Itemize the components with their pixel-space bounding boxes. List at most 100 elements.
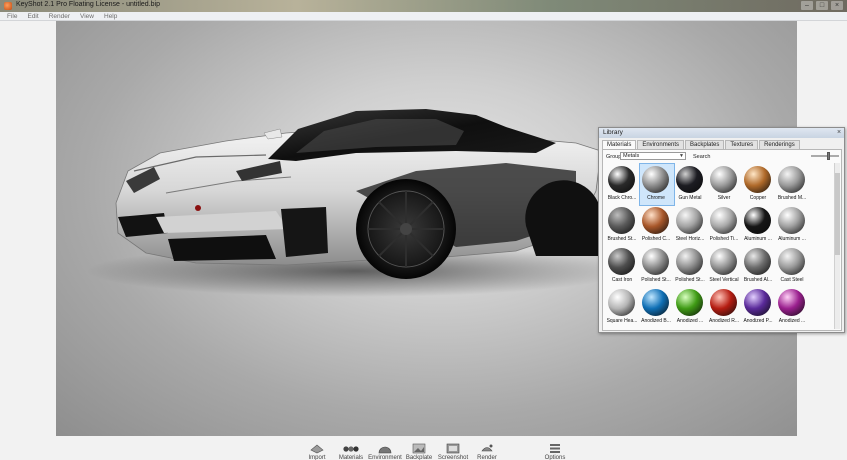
material-swatch[interactable]: Steel Vertical [707, 245, 741, 286]
material-swatch[interactable]: Steel Horiz... [673, 204, 707, 245]
library-panel: Group Metals ▼ Search Black Chro... Chrom… [602, 149, 842, 331]
toolbar-screenshot-button[interactable]: Screenshot [436, 438, 470, 460]
minimize-button[interactable]: – [801, 1, 813, 10]
material-label: Cast Iron [611, 277, 633, 283]
material-ball-icon [608, 166, 635, 193]
material-label: Gun Metal [678, 195, 702, 201]
material-swatch[interactable]: Polished St... [673, 245, 707, 286]
bottom-toolbar: Import Materials Environment Backplate Scree… [300, 438, 572, 460]
group-select-value: Metals [623, 153, 640, 159]
library-title: Library [599, 128, 844, 138]
material-label: Chrome [647, 195, 665, 201]
scrollbar-thumb[interactable] [835, 173, 840, 255]
material-ball-icon [608, 207, 635, 234]
material-ball-icon [642, 289, 669, 316]
material-label: Brushed M... [777, 195, 807, 201]
toolbar-import-button[interactable]: Import [300, 438, 334, 460]
material-ball-icon [744, 207, 771, 234]
material-swatch[interactable]: Brushed M... [775, 163, 809, 204]
library-palette[interactable]: Library × Materials Environments Backpla… [598, 127, 845, 333]
group-select[interactable]: Metals ▼ [620, 152, 686, 160]
material-label: Steel Vertical [709, 277, 739, 283]
slider-handle[interactable] [827, 152, 830, 160]
library-close-button[interactable]: × [835, 128, 843, 137]
material-label: Brushed Al... [743, 277, 773, 283]
material-swatch[interactable]: Anodized R... [707, 286, 741, 327]
import-icon [309, 441, 325, 454]
tab-renderings[interactable]: Renderings [759, 140, 800, 149]
toolbar-render-button[interactable]: Render [470, 438, 504, 460]
maximize-button[interactable]: □ [816, 1, 828, 10]
material-swatch[interactable]: Polished C... [639, 204, 673, 245]
material-ball-icon [778, 207, 805, 234]
material-ball-icon [778, 289, 805, 316]
material-swatch[interactable]: Aluminum ... [775, 204, 809, 245]
close-button[interactable]: × [831, 1, 843, 10]
material-swatch[interactable]: Anodized ... [775, 286, 809, 327]
library-scrollbar[interactable] [834, 163, 840, 329]
material-ball-icon [744, 248, 771, 275]
material-swatch[interactable]: Cast Steel [775, 245, 809, 286]
material-label: Brushed St... [607, 236, 637, 242]
material-ball-icon [710, 248, 737, 275]
material-swatch[interactable]: Brushed Al... [741, 245, 775, 286]
material-swatch[interactable]: Anodized P... [741, 286, 775, 327]
toolbar-backplate-button[interactable]: Backplate [402, 438, 436, 460]
toolbar-materials-button[interactable]: Materials [334, 438, 368, 460]
material-swatch[interactable]: Cast Iron [605, 245, 639, 286]
toolbar-environment-button[interactable]: Environment [368, 438, 402, 460]
render-icon [479, 441, 495, 452]
keyshot-app-icon [4, 2, 12, 10]
library-tabs: Materials Environments Backplates Textur… [602, 140, 800, 149]
material-label: Anodized ... [676, 318, 704, 324]
chevron-down-icon: ▼ [679, 153, 684, 159]
material-ball-icon [710, 207, 737, 234]
material-label: Aluminum ... [744, 236, 772, 242]
material-label: Aluminum ... [778, 236, 806, 242]
material-label: Polished St... [675, 277, 705, 283]
material-ball-icon [710, 166, 737, 193]
material-swatch[interactable]: Anodized B... [639, 286, 673, 327]
material-swatch[interactable]: Aluminum ... [741, 204, 775, 245]
material-swatch[interactable]: Polished St... [639, 245, 673, 286]
menu-edit[interactable]: Edit [22, 12, 43, 20]
material-label: Copper [749, 195, 767, 201]
material-swatch[interactable]: Gun Metal [673, 163, 707, 204]
material-label: Silver [717, 195, 731, 201]
material-ball-icon [642, 166, 669, 193]
tab-environments[interactable]: Environments [637, 140, 685, 149]
material-swatch[interactable]: Silver [707, 163, 741, 204]
material-swatch[interactable]: Brushed St... [605, 204, 639, 245]
menu-view[interactable]: View [75, 12, 99, 20]
thumbnail-size-slider[interactable] [811, 152, 839, 160]
material-swatch[interactable]: Anodized ... [673, 286, 707, 327]
tab-textures[interactable]: Textures [725, 140, 759, 149]
material-swatch[interactable]: Chrome [639, 163, 675, 206]
material-ball-icon [778, 166, 805, 193]
tab-materials[interactable]: Materials [602, 140, 637, 149]
material-ball-icon [744, 289, 771, 316]
menu-render[interactable]: Render [44, 12, 75, 20]
menu-file[interactable]: File [2, 12, 22, 20]
material-swatch[interactable]: Black Chro... [605, 163, 639, 204]
material-swatch[interactable]: Polished Ti... [707, 204, 741, 245]
material-ball-icon [642, 207, 669, 234]
material-label: Steel Horiz... [675, 236, 705, 242]
toolbar-options-button[interactable]: Options [538, 438, 572, 460]
material-label: Anodized ... [778, 318, 806, 324]
material-ball-icon [676, 248, 703, 275]
menu-help[interactable]: Help [99, 12, 122, 20]
material-swatch[interactable]: Copper [741, 163, 775, 204]
materials-grid: Black Chro... Chrome Gun Metal Silver Copper… [605, 163, 833, 331]
material-swatch[interactable]: Square Hea... [605, 286, 639, 327]
search-label[interactable]: Search [693, 154, 710, 160]
material-ball-icon [608, 289, 635, 316]
material-ball-icon [642, 248, 669, 275]
tab-backplates[interactable]: Backplates [685, 140, 725, 149]
material-label: Anodized P... [743, 318, 773, 324]
material-ball-icon [608, 248, 635, 275]
material-label: Black Chro... [607, 195, 637, 201]
material-ball-icon [676, 166, 703, 193]
title-bar[interactable]: KeyShot 2.1 Pro Floating License - untit… [0, 0, 847, 12]
